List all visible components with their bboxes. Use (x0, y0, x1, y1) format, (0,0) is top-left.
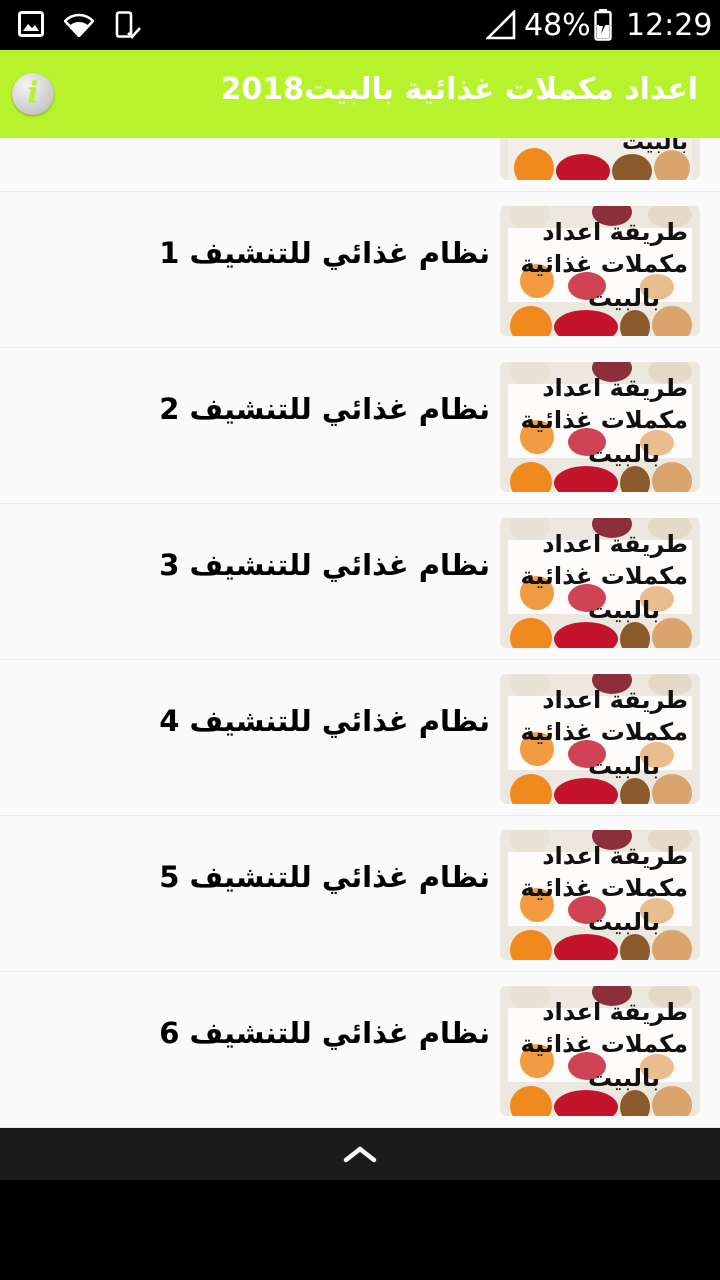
signal-icon (484, 8, 516, 44)
thumb-text: طريقة اعداد (542, 218, 688, 246)
item-label: نظام غذائي للتنشيف 1 (159, 236, 490, 270)
thumb-text: بالبيت (587, 440, 660, 468)
thumb-text: طريقة اعداد (542, 374, 688, 402)
wifi-icon (63, 11, 95, 41)
item-label: نظام غذائي للتنشيف 4 (159, 704, 490, 738)
list-item[interactable]: طريقة اعداد مكملات غذائية بالبيت نظام غذ… (0, 660, 720, 815)
thumb-text: مكملات غذائية (520, 874, 688, 902)
thumb-text: مكملات غذائية (520, 406, 688, 434)
battery-percent: 48% (524, 8, 591, 43)
thumb-text: مكملات غذائية (520, 562, 688, 590)
thumb-text: بالبيت (587, 596, 660, 624)
item-label: نظام غذائي للتنشيف 2 (159, 392, 490, 426)
list-item[interactable]: طريقة اعداد مكملات غذائية بالبيت نظام غذ… (0, 192, 720, 347)
clock: 12:29 (626, 8, 713, 43)
navigation-bar (0, 1128, 720, 1180)
app-title: اعداد مكملات غذائية بالبيت2018 (220, 72, 698, 107)
item-label: نظام غذائي للتنشيف 5 (159, 860, 490, 894)
battery-icon (594, 9, 612, 45)
info-icon[interactable]: i (12, 73, 54, 115)
list-item[interactable]: طريقة اعداد مكملات غذائية بالبيت نظام غذ… (0, 816, 720, 971)
thumb-text: طريقة اعداد (542, 998, 688, 1026)
phone-screen-icon (114, 11, 142, 43)
list-item[interactable]: طريقة اعداد مكملات غذائية بالبيت نظام غذ… (0, 972, 720, 1127)
item-thumbnail: طريقة اعداد مكملات غذائية بالبيت (500, 986, 700, 1116)
bottom-area (0, 1180, 720, 1280)
thumb-text: طريقة اعداد (542, 686, 688, 714)
list-item-partial[interactable]: بالبيت (0, 138, 720, 191)
list[interactable]: بالبيت طريقة اعداد مكملات غذائية بالبيت … (0, 138, 720, 1128)
thumb-text: بالبيت (621, 138, 688, 155)
item-label: نظام غذائي للتنشيف 6 (159, 1016, 490, 1050)
item-thumbnail: طريقة اعداد مكملات غذائية بالبيت (500, 362, 700, 492)
list-item[interactable]: طريقة اعداد مكملات غذائية بالبيت نظام غذ… (0, 504, 720, 659)
thumb-text: بالبيت (587, 1064, 660, 1092)
thumb-text: بالبيت (587, 752, 660, 780)
item-thumbnail: طريقة اعداد مكملات غذائية بالبيت (500, 518, 700, 648)
list-item[interactable]: طريقة اعداد مكملات غذائية بالبيت نظام غذ… (0, 348, 720, 503)
chevron-up-icon[interactable] (343, 1144, 377, 1168)
item-label: نظام غذائي للتنشيف 3 (159, 548, 490, 582)
item-thumbnail: بالبيت (500, 138, 700, 180)
item-thumbnail: طريقة اعداد مكملات غذائية بالبيت (500, 830, 700, 960)
item-thumbnail: طريقة اعداد مكملات غذائية بالبيت (500, 206, 700, 336)
app-bar: i اعداد مكملات غذائية بالبيت2018 (0, 50, 720, 138)
gallery-icon (18, 11, 44, 41)
thumb-text: مكملات غذائية (520, 250, 688, 278)
thumb-text: مكملات غذائية (520, 718, 688, 746)
thumb-text: بالبيت (587, 908, 660, 936)
status-bar: 48% 12:29 (0, 0, 720, 50)
thumb-text: بالبيت (587, 284, 660, 312)
thumb-text: طريقة اعداد (542, 530, 688, 558)
item-thumbnail: طريقة اعداد مكملات غذائية بالبيت (500, 674, 700, 804)
thumb-text: طريقة اعداد (542, 842, 688, 870)
thumb-text: مكملات غذائية (520, 1030, 688, 1058)
